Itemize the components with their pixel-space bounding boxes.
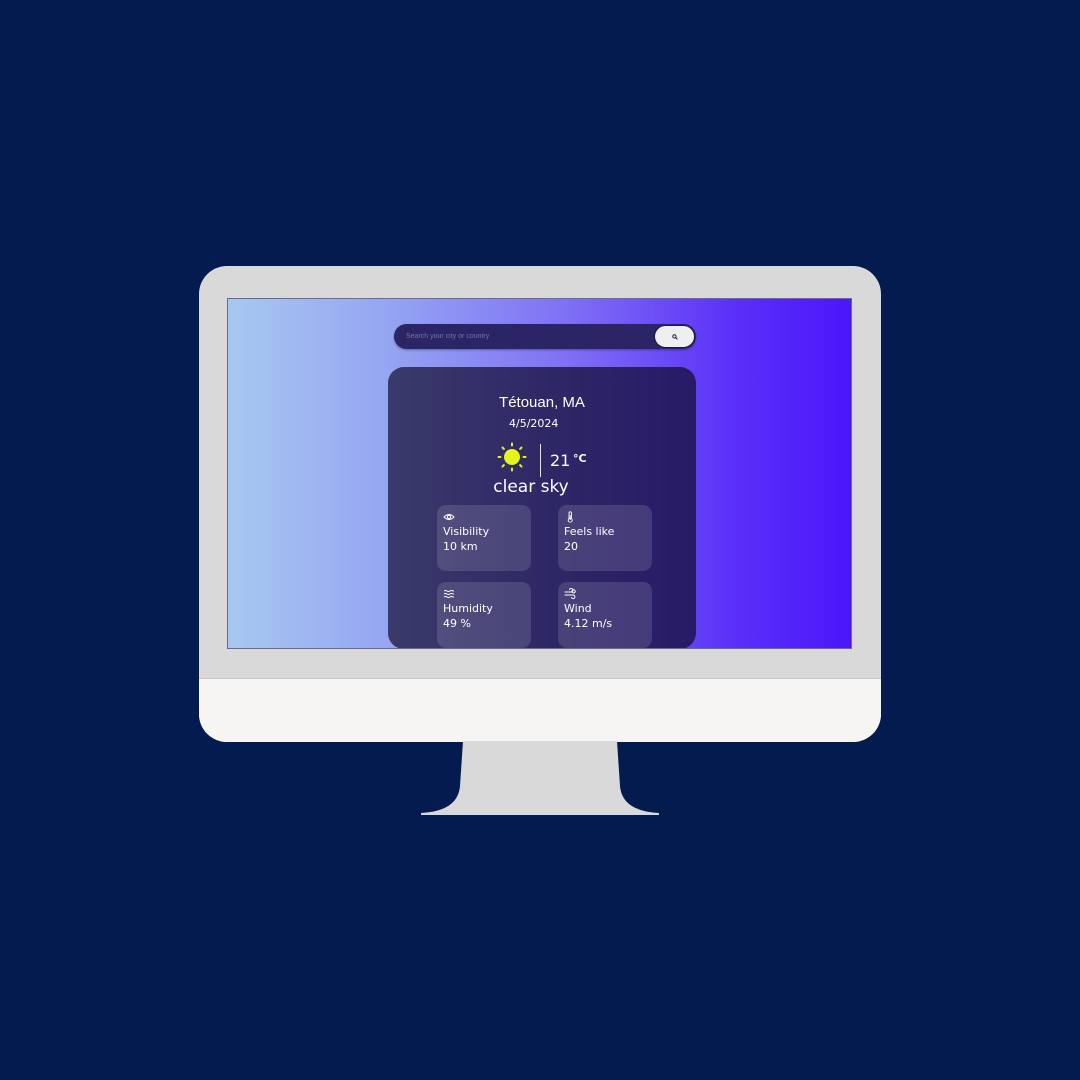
- feels-like-value: 20: [564, 540, 578, 553]
- feels-like-tile: Feels like 20: [558, 505, 652, 571]
- wind-value: 4.12 m/s: [564, 617, 613, 630]
- humidity-tile: Humidity 49 %: [437, 582, 531, 648]
- weather-card: Tétouan, MA 4/5/2024 21 °C clear sky Vis…: [388, 367, 696, 648]
- temperature-value: 21: [550, 451, 571, 470]
- visibility-value: 10 km: [443, 540, 478, 553]
- temperature-unit: °C: [573, 452, 587, 465]
- humidity-waves-icon: [443, 590, 454, 598]
- thermometer-icon: [567, 511, 573, 523]
- visibility-tile: Visibility 10 km: [437, 505, 531, 571]
- eye-icon: [443, 514, 455, 520]
- search-button[interactable]: [654, 325, 695, 348]
- temperature-divider: [540, 444, 541, 477]
- search-input[interactable]: [394, 324, 644, 349]
- city-name: Tétouan, MA: [499, 394, 585, 411]
- monitor-stand: [421, 741, 659, 815]
- feels-like-label: Feels like: [564, 525, 615, 538]
- search-icon: [671, 333, 678, 340]
- visibility-label: Visibility: [443, 525, 490, 538]
- weather-condition: clear sky: [493, 477, 569, 497]
- wind-label: Wind: [564, 602, 592, 615]
- humidity-label: Humidity: [443, 602, 493, 615]
- wind-icon: [564, 588, 576, 600]
- humidity-value: 49 %: [443, 617, 471, 630]
- wind-tile: Wind 4.12 m/s: [558, 582, 652, 648]
- app-screen: Tétouan, MA 4/5/2024 21 °C clear sky: [227, 298, 852, 649]
- monitor-chin: [199, 678, 881, 742]
- search-bar: [394, 324, 696, 349]
- sun-icon: [497, 442, 527, 472]
- date-label: 4/5/2024: [509, 417, 559, 430]
